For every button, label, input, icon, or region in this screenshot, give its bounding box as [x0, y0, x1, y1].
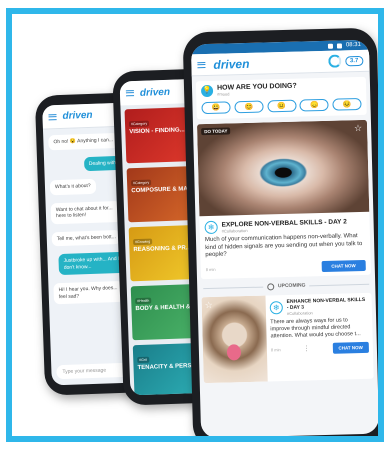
- upcoming-duration: 8 min: [270, 346, 281, 352]
- category-tag: #Growing: [133, 238, 153, 246]
- upcoming-footer: 8 min ⋮ CHAT NOW: [271, 341, 369, 355]
- app-header: driven 3.7: [191, 49, 370, 77]
- chat-message: Hi! I hear you. Why does... feel sad?: [53, 280, 125, 305]
- message-input[interactable]: Type your message: [56, 362, 133, 380]
- main-screen: 08:31 driven 3.7 💡 HOW ARE YOU DOING? #m…: [190, 39, 378, 436]
- activity-card[interactable]: DO TODAY ☆ ❄ EXPLORE NON-VERBAL SKILLS -…: [196, 119, 371, 279]
- category-tag: #Health: [135, 297, 152, 305]
- chat-message: Tell me, what's been bott...: [51, 229, 122, 247]
- header-actions: 3.7: [327, 54, 364, 68]
- category-tag: #Grit: [137, 356, 149, 364]
- activity-description: Much of your communication happens non-v…: [204, 233, 363, 259]
- mood-text: HOW ARE YOU DOING? #mood: [217, 83, 297, 97]
- chat-now-button[interactable]: CHAT NOW: [332, 341, 369, 354]
- upcoming-heading: ENHANCE NON-VERBAL SKILLS - DAY 3 #Colla…: [287, 296, 368, 315]
- category-tag: #Category: [130, 179, 152, 187]
- activity-duration: 8 min: [205, 266, 216, 272]
- lightbulb-icon: 💡: [200, 84, 214, 98]
- snowflake-icon: ❄: [204, 220, 218, 235]
- snowflake-icon: ❄: [269, 300, 283, 314]
- main-phone: 08:31 driven 3.7 💡 HOW ARE YOU DOING? #m…: [182, 27, 378, 436]
- mood-options: 😀 😊 😐 😞 😣: [201, 97, 362, 115]
- divider-line: [309, 283, 370, 286]
- mood-header: 💡 HOW ARE YOU DOING? #mood: [200, 81, 361, 98]
- mood-option-happy[interactable]: 😊: [234, 100, 264, 114]
- progress-ring-icon[interactable]: [327, 54, 342, 68]
- mood-option-very-happy[interactable]: 😀: [201, 101, 231, 115]
- clock-icon: [266, 282, 275, 290]
- upcoming-divider: UPCOMING: [203, 280, 370, 291]
- promo-frame: driven Oh no! 😮 Anything I can... Dealin…: [6, 8, 384, 442]
- activity-card-body: ❄ EXPLORE NON-VERBAL SKILLS - DAY 2 #Col…: [199, 212, 371, 279]
- status-time: 08:31: [345, 41, 362, 49]
- mood-subtitle: #mood: [217, 91, 230, 97]
- star-icon[interactable]: ☆: [205, 299, 213, 310]
- menu-icon[interactable]: [197, 61, 206, 68]
- activity-footer: 8 min CHAT NOW: [206, 259, 366, 274]
- upcoming-card-body: ❄ ENHANCE NON-VERBAL SKILLS - DAY 3 #Col…: [265, 292, 373, 381]
- app-logo: driven: [62, 109, 93, 122]
- signal-icon: [327, 43, 334, 49]
- chat-message: What's it about?: [49, 178, 96, 195]
- pug-image: ☆: [201, 295, 268, 383]
- score-badge[interactable]: 3.7: [344, 55, 364, 66]
- battery-icon: [336, 42, 343, 49]
- mood-card: 💡 HOW ARE YOU DOING? #mood 😀 😊 😐 😞 😣: [195, 76, 367, 120]
- star-icon[interactable]: ☆: [354, 123, 362, 134]
- more-options-icon[interactable]: ⋮: [303, 344, 310, 352]
- mood-option-neutral[interactable]: 😐: [266, 99, 297, 113]
- upcoming-card[interactable]: ☆ ❄ ENHANCE NON-VERBAL SKILLS - DAY 3 #C…: [201, 292, 374, 383]
- chat-message: Oh no! 😮 Anything I can...: [48, 132, 119, 150]
- chat-message: Want to chat about it for... here to lis…: [50, 200, 122, 224]
- upcoming-description: There are always ways for us to improve …: [270, 316, 361, 339]
- eye-image: DO TODAY ☆: [196, 119, 370, 217]
- do-today-badge: DO TODAY: [201, 127, 231, 136]
- divider-line: [203, 286, 264, 289]
- mood-option-sad[interactable]: 😞: [299, 98, 329, 112]
- app-logo: driven: [139, 86, 171, 99]
- upcoming-card-header: ❄ ENHANCE NON-VERBAL SKILLS - DAY 3 #Col…: [269, 296, 368, 316]
- category-tag: #Category: [128, 120, 150, 128]
- app-logo: driven: [213, 56, 250, 72]
- menu-icon[interactable]: [48, 113, 57, 120]
- upcoming-label: UPCOMING: [277, 282, 306, 290]
- chat-now-button[interactable]: CHAT NOW: [321, 259, 366, 272]
- activity-heading: EXPLORE NON-VERBAL SKILLS - DAY 2 #Colla…: [222, 218, 347, 233]
- activity-card-header: ❄ EXPLORE NON-VERBAL SKILLS - DAY 2 #Col…: [204, 217, 365, 235]
- menu-icon[interactable]: [125, 90, 135, 97]
- mood-option-very-sad[interactable]: 😣: [332, 97, 362, 111]
